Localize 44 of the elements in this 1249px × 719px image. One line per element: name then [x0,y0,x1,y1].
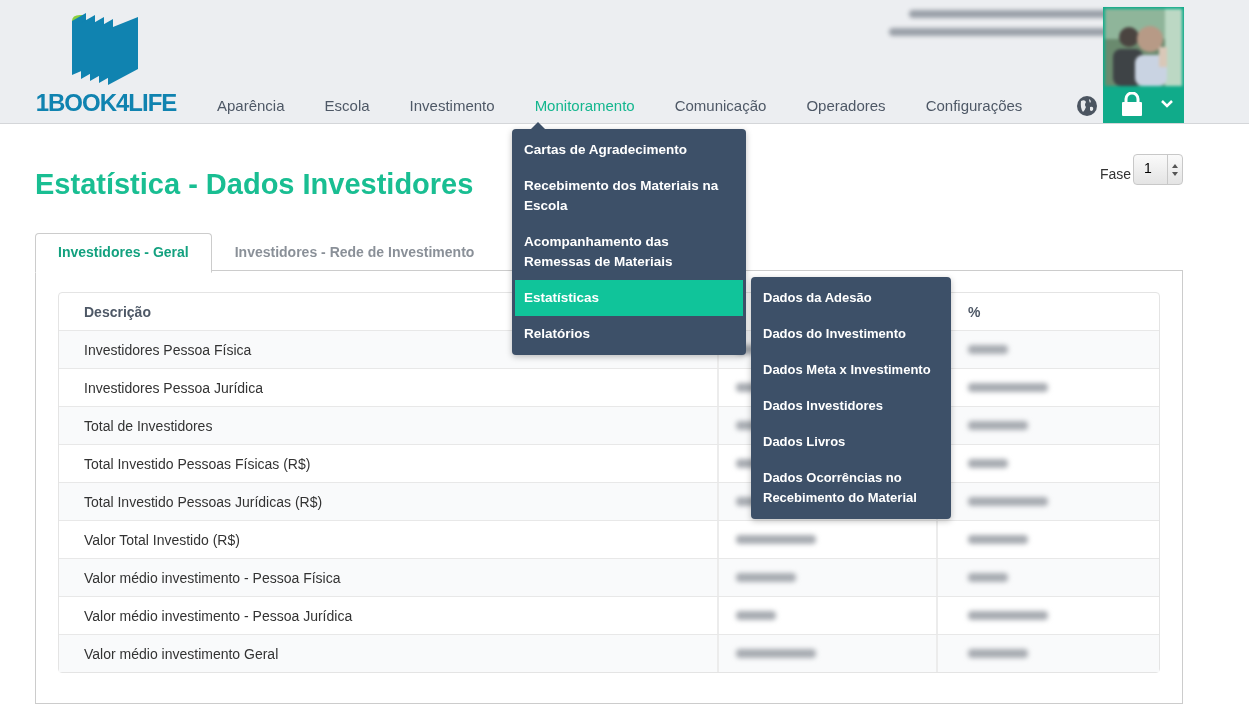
spinner-arrows-icon [1171,162,1179,177]
table-cell: Valor médio investimento Geral [84,645,279,662]
blurred-text [968,459,1008,468]
table-cell: Investidores Pessoa Jurídica [84,379,263,396]
menu-item[interactable]: Dados Livros [754,424,948,460]
column-header: % [968,303,981,320]
logo-text: 1BOOK4LIFE [35,91,177,115]
blurred-text [968,535,1028,544]
blurred-text [736,611,776,620]
table-cell: Valor Total Investido (R$) [84,531,240,548]
blurred-text [968,421,1028,430]
table-cell: Valor médio investimento - Pessoa Física [84,569,341,586]
column-header: Descrição [84,303,151,320]
nav-item[interactable]: Configurações [925,96,1023,116]
chevron-down-icon [1160,100,1173,108]
table-cell: Total Investido Pessoas Físicas (R$) [84,455,311,472]
blurred-text [968,649,1028,658]
nav-item[interactable]: Escola [324,96,370,116]
blurred-text [968,345,1008,354]
menu-item[interactable]: Dados Meta x Investimento [754,352,948,388]
page-title: Estatística - Dados Investidores [35,168,474,201]
menu-item[interactable]: Dados da Adesão [754,280,948,316]
phase-label: Fase [1099,165,1131,182]
menu-item[interactable]: Dados do Investimento [754,316,948,352]
nav-item[interactable]: Comunicação [674,96,767,116]
blurred-text [736,573,796,582]
menu-item[interactable]: Dados Investidores [754,388,948,424]
nav-item[interactable]: Investimento [409,96,495,116]
phase-select[interactable]: 1 [1133,154,1183,185]
lock-icon [1120,92,1143,116]
nav-item[interactable]: Operadores [806,96,886,116]
table-cell: Investidores Pessoa Física [84,341,252,358]
avatar-panel[interactable] [1103,7,1184,123]
nav-item[interactable]: Aparência [217,96,285,116]
menu-item[interactable]: Relatórios [515,316,743,352]
blurred-text [968,573,1008,582]
menu-item[interactable]: Dados Ocorrências no Recebimento do Material [754,460,948,516]
menu-item[interactable]: Acompanhamento das Remessas de Materiais [515,224,743,280]
table-cell: Total de Investidores [84,417,213,434]
table-cell: Total Investido Pessoas Jurídicas (R$) [84,493,323,510]
globe-icon[interactable] [1077,96,1098,116]
menu-item[interactable]: Cartas de Agradecimento [515,132,743,168]
table-cell: Valor médio investimento - Pessoa Jurídica [84,607,353,624]
menu-item[interactable]: Recebimento dos Materiais na Escola [515,168,743,224]
